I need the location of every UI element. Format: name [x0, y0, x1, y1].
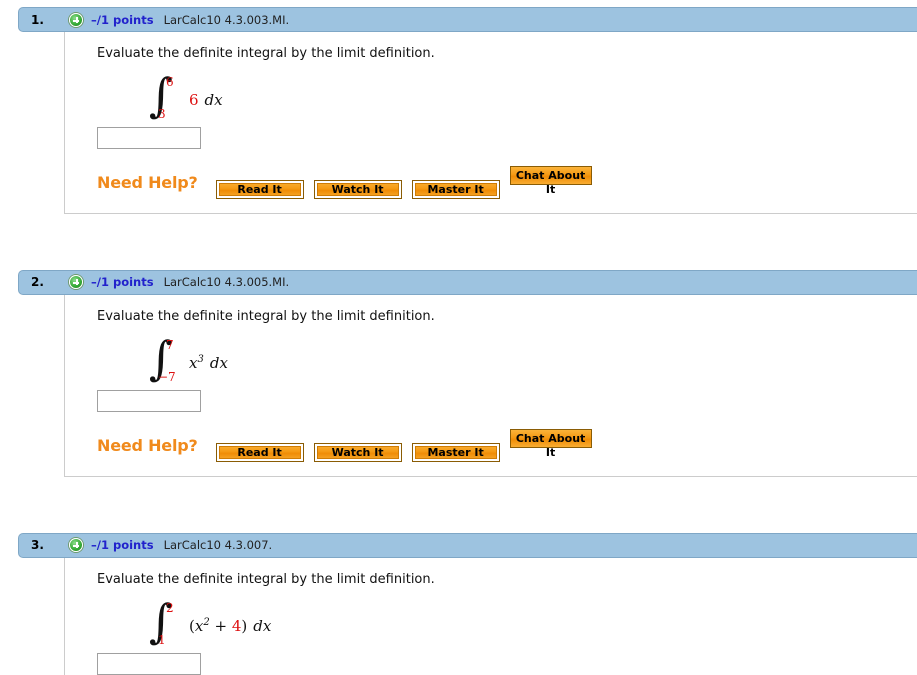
question-points: –/1 points: [91, 275, 154, 290]
help-button-read-it[interactable]: Read It: [215, 442, 304, 462]
integral-expression: ∫ 2 1 (x2 + 4) dx: [149, 598, 917, 647]
question-header-bar: 3. –/1 points LarCalc10 4.3.007.: [18, 532, 917, 558]
question-header-bar: 1. –/1 points LarCalc10 4.3.003.MI.: [18, 7, 917, 32]
question-code: LarCalc10 4.3.005.MI.: [163, 275, 290, 290]
question-item-1: 1. –/1 points LarCalc10 4.3.003.MI. Eval…: [18, 7, 917, 214]
question-number: 2.: [31, 275, 44, 290]
question-list: 1. –/1 points LarCalc10 4.3.003.MI. Eval…: [0, 0, 917, 675]
integral-expression: ∫ 6 3 6 dx: [149, 72, 917, 121]
answer-input[interactable]: [97, 652, 201, 675]
question-body: Evaluate the definite integral by the li…: [64, 557, 917, 675]
question-prompt: Evaluate the definite integral by the li…: [97, 308, 435, 324]
integral-lower-limit: −7: [158, 369, 176, 384]
integral-upper-limit: 2: [166, 600, 174, 615]
question-number: 1.: [31, 12, 44, 27]
integral-lower-limit: 3: [158, 106, 166, 121]
expand-plus-icon[interactable]: [69, 12, 83, 27]
question-prompt: Evaluate the definite integral by the li…: [97, 46, 435, 61]
question-body: Evaluate the definite integral by the li…: [64, 32, 917, 214]
question-number: 3.: [31, 538, 44, 553]
integral-symbol-group: ∫ 7 −7: [149, 335, 183, 384]
integral-symbol-group: ∫ 2 1: [149, 598, 183, 647]
help-button-master-it[interactable]: Master It: [411, 442, 500, 462]
need-help-label: Need Help?: [97, 435, 198, 455]
integrand: 6 dx: [189, 90, 223, 109]
question-code: LarCalc10 4.3.007.: [163, 538, 273, 553]
help-button-group: Read It Watch It Master It Chat About It: [215, 428, 592, 462]
help-button-group: Read It Watch It Master It Chat About It: [215, 165, 592, 199]
help-button-read-it[interactable]: Read It: [215, 179, 304, 199]
help-button-watch-it[interactable]: Watch It: [313, 179, 402, 199]
question-item-2: 2. –/1 points LarCalc10 4.3.005.MI. Eval…: [18, 269, 917, 477]
question-points: –/1 points: [91, 12, 154, 27]
need-help-row: Need Help? Read It Watch It Master It Chat …: [97, 165, 917, 199]
expand-plus-icon[interactable]: [69, 538, 83, 553]
help-button-chat-about-it[interactable]: Chat About It: [509, 428, 592, 459]
integrand: (x2 + 4) dx: [189, 616, 272, 635]
question-item-3: 3. –/1 points LarCalc10 4.3.007. Evaluat…: [18, 532, 917, 675]
question-body: Evaluate the definite integral by the li…: [64, 294, 917, 477]
question-header-bar: 2. –/1 points LarCalc10 4.3.005.MI.: [18, 269, 917, 295]
help-button-chat-about-it[interactable]: Chat About It: [509, 165, 592, 196]
question-code: LarCalc10 4.3.003.MI.: [163, 12, 290, 27]
integral-upper-limit: 7: [166, 337, 174, 352]
need-help-row: Need Help? Read It Watch It Master It Chat …: [97, 428, 917, 462]
expand-plus-icon[interactable]: [69, 275, 83, 290]
integral-expression: ∫ 7 −7 x3 dx: [149, 335, 917, 384]
help-button-master-it[interactable]: Master It: [411, 179, 500, 199]
question-prompt: Evaluate the definite integral by the li…: [97, 571, 435, 587]
integral-symbol-group: ∫ 6 3: [149, 72, 183, 121]
integral-lower-limit: 1: [158, 632, 166, 647]
integrand: x3 dx: [189, 353, 228, 372]
answer-input[interactable]: [97, 389, 201, 412]
help-button-watch-it[interactable]: Watch It: [313, 442, 402, 462]
integral-upper-limit: 6: [166, 74, 174, 89]
answer-input[interactable]: [97, 126, 201, 149]
question-points: –/1 points: [91, 538, 154, 553]
need-help-label: Need Help?: [97, 172, 198, 192]
